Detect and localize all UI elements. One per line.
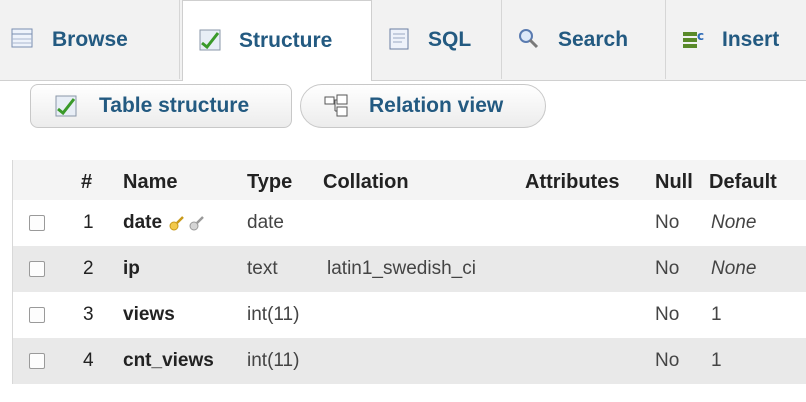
table-header: # Name Type Collation Attributes Null De… <box>13 160 806 200</box>
field-type: int(11) <box>247 304 300 325</box>
tab-insert-label: Insert <box>722 27 780 51</box>
field-name[interactable]: views <box>123 292 175 338</box>
field-default: None <box>711 258 757 279</box>
structure-icon <box>197 27 225 55</box>
primary-key-icon <box>168 214 190 232</box>
table-row: 3 views int(11) No 1 <box>13 292 806 338</box>
row-checkbox[interactable] <box>29 215 45 231</box>
row-num: 3 <box>83 304 94 325</box>
col-num-header: # <box>81 170 93 193</box>
search-icon <box>516 26 544 54</box>
relation-view-icon <box>323 93 351 119</box>
row-checkbox[interactable] <box>29 307 45 323</box>
tab-bar: Browse Structure SQL Search c Insert <box>0 0 806 81</box>
browse-table-icon <box>10 26 38 54</box>
row-num: 1 <box>83 212 94 233</box>
tab-insert[interactable]: c Insert <box>666 0 806 79</box>
field-name[interactable]: ip <box>123 246 140 292</box>
row-checkbox[interactable] <box>29 353 45 369</box>
field-collation: latin1_swedish_ci <box>327 258 476 279</box>
col-null-header[interactable]: Null <box>655 160 693 200</box>
table-row: 4 cnt_views int(11) No 1 <box>13 338 806 384</box>
index-key-icon <box>188 214 210 232</box>
svg-text:c: c <box>697 29 704 43</box>
tab-structure[interactable]: Structure <box>182 0 372 81</box>
structure-icon <box>53 93 81 119</box>
table-row: 1 date date No None <box>13 200 806 246</box>
field-null: No <box>655 212 680 233</box>
tab-browse-label: Browse <box>52 27 128 51</box>
row-checkbox[interactable] <box>29 261 45 277</box>
col-attributes-header[interactable]: Attributes <box>525 160 619 200</box>
field-null: No <box>655 350 680 371</box>
col-collation-header[interactable]: Collation <box>323 160 409 200</box>
table-row: 2 ip text latin1_swedish_ci No None <box>13 246 806 292</box>
table-structure-button[interactable]: Table structure <box>30 84 292 128</box>
col-default-header[interactable]: Default <box>709 160 777 200</box>
field-default: None <box>711 212 757 233</box>
row-num: 2 <box>83 258 94 279</box>
tab-sql-label: SQL <box>428 27 472 51</box>
sql-icon <box>386 26 414 54</box>
tab-search[interactable]: Search <box>502 0 666 79</box>
field-name[interactable]: cnt_views <box>123 338 214 384</box>
col-name-header[interactable]: Name <box>123 160 177 200</box>
tab-browse[interactable]: Browse <box>11 0 180 79</box>
field-default: 1 <box>711 350 722 371</box>
tab-search-label: Search <box>558 27 629 51</box>
field-type: int(11) <box>247 350 300 371</box>
field-type: text <box>247 258 278 279</box>
field-default: 1 <box>711 304 722 325</box>
field-null: No <box>655 304 680 325</box>
tab-sql[interactable]: SQL <box>372 0 502 79</box>
relation-view-button[interactable]: Relation view <box>300 84 546 128</box>
relation-view-label: Relation view <box>369 94 504 117</box>
field-type: date <box>247 212 284 233</box>
table-structure-label: Table structure <box>99 94 250 117</box>
field-null: No <box>655 258 680 279</box>
field-name[interactable]: date <box>123 212 162 234</box>
structure-table: # Name Type Collation Attributes Null De… <box>12 160 806 384</box>
col-type-header[interactable]: Type <box>247 160 292 200</box>
tab-structure-label: Structure <box>239 29 333 52</box>
insert-icon: c <box>680 26 708 54</box>
row-num: 4 <box>83 350 94 371</box>
